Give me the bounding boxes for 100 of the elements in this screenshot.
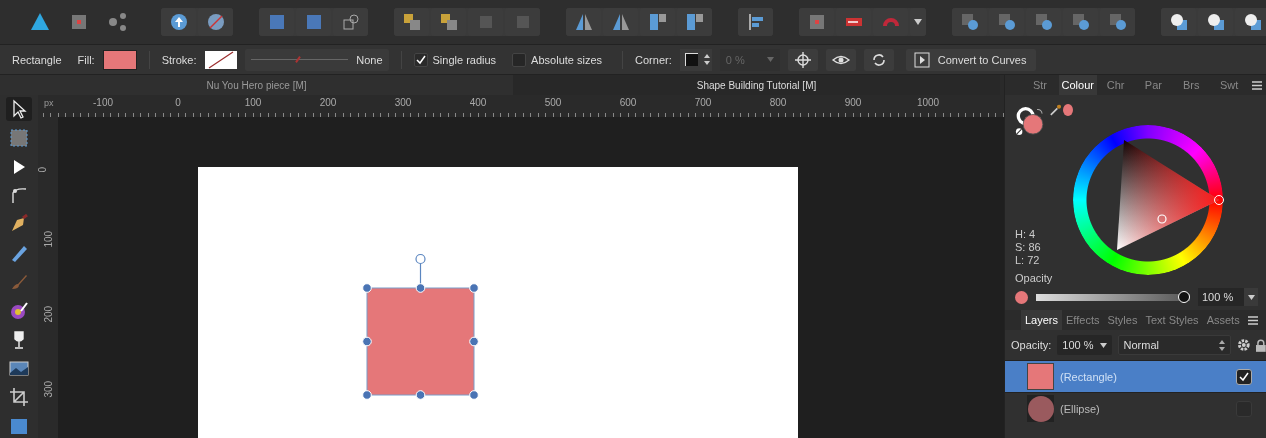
shapes-icon (340, 12, 361, 32)
crosshair-icon (794, 51, 811, 68)
opacity-dropdown[interactable]: 100 % (1057, 335, 1112, 355)
slider-thumb[interactable] (1178, 290, 1190, 303)
curves-icon (913, 51, 930, 68)
eyedropper-icon[interactable] (1049, 103, 1062, 117)
ruler-label: -100 (93, 97, 113, 108)
flip-icon (610, 12, 631, 32)
checkbox[interactable] (512, 52, 527, 67)
stroke-label: Stroke: (161, 53, 197, 66)
circle-square-icon (1242, 12, 1263, 32)
opacity-label: Opacity: (1011, 339, 1052, 351)
tool-name: Rectangle (12, 53, 62, 66)
ruler-label: 1000 (916, 97, 940, 108)
panel-tab[interactable]: Swt (1210, 75, 1248, 95)
overlapping-shapes-icon (1033, 12, 1054, 32)
stepper-arrows-icon (1218, 339, 1225, 351)
circle-square-icon (1205, 12, 1226, 32)
caret-icon (914, 19, 922, 25)
overlapping-shapes-icon (996, 12, 1017, 32)
flip-icon (573, 12, 594, 32)
image-icon (9, 358, 29, 379)
overlapping-shapes-icon (1107, 12, 1128, 32)
overlapping-shapes-icon (959, 12, 980, 32)
ruler-label: 0 (175, 97, 181, 108)
opacity-field[interactable]: 100 % (1198, 288, 1258, 306)
ruler-label: 100 (42, 230, 54, 248)
crop-icon (9, 387, 29, 408)
rectangle-icon (9, 416, 29, 436)
stroke-width-slider[interactable]: None (244, 48, 389, 71)
ruler-label: 100 (244, 97, 262, 108)
corner-type-stepper[interactable] (679, 48, 712, 71)
overlapping-shapes-icon (1070, 12, 1091, 32)
saturation-value: S: 86 (1015, 241, 1042, 254)
ruler-label: 300 (394, 97, 412, 108)
layer-row[interactable]: (Ellipse) (1005, 392, 1266, 424)
menu-icon[interactable] (1251, 80, 1262, 90)
ruler-label: 900 (844, 97, 862, 108)
panel-tab[interactable]: Brs (1172, 75, 1211, 95)
panel-tab[interactable]: Layers (1021, 310, 1063, 330)
toolbar-button[interactable] (738, 8, 773, 36)
selection-handles[interactable] (362, 253, 479, 400)
artboard-icon (9, 127, 29, 148)
arrow-up-icon (168, 12, 189, 32)
document-tab[interactable]: Nu You Hero piece [M] (0, 75, 513, 95)
ruler-label: 600 (619, 97, 637, 108)
toolbar-button[interactable] (825, 48, 856, 71)
circle-square-icon (1168, 12, 1189, 32)
toolbar-button[interactable] (787, 48, 818, 71)
stacked-squares-icon (401, 12, 422, 32)
tool-button[interactable] (6, 97, 32, 121)
ruler-label: 500 (544, 97, 562, 108)
picked-colour-swatch[interactable] (1063, 104, 1073, 116)
caret-icon[interactable] (1247, 294, 1255, 300)
fill-label: Fill: (77, 53, 95, 66)
checkbox-label: Single radius (432, 53, 497, 66)
settings-icon[interactable] (1236, 338, 1251, 352)
convert-to-curves-button[interactable]: Convert to Curves (905, 48, 1037, 71)
blend-mode-dropdown[interactable]: Normal (1117, 335, 1231, 355)
panel-tab[interactable]: Effects (1062, 310, 1104, 330)
curve-icon (9, 185, 29, 206)
visibility-checkbox[interactable] (1236, 368, 1252, 385)
opacity-label: Opacity (1015, 272, 1054, 284)
layer-row[interactable]: (Rectangle) (1005, 360, 1266, 392)
stroke-swatch[interactable] (204, 50, 237, 69)
panel-tab[interactable]: Par (1134, 75, 1173, 95)
pencil-icon (9, 243, 29, 264)
colour-dot (1015, 290, 1028, 304)
opacity-slider[interactable] (1036, 290, 1190, 304)
ruler-label: 700 (694, 97, 712, 108)
panel-tab[interactable]: Colour (1058, 75, 1097, 95)
share-icon (107, 12, 128, 32)
corner-label: Corner: (635, 53, 672, 66)
checkbox-label: Absolute sizes (531, 53, 603, 66)
ruler-label: 200 (42, 305, 54, 323)
caret-icon (1099, 342, 1107, 348)
triangle-logo-icon (29, 12, 50, 32)
toolbar-button[interactable] (863, 48, 894, 71)
layer-name: (Rectangle) (1060, 370, 1118, 383)
lightness-value: L: 72 (1015, 254, 1041, 267)
ruler-label: 800 (769, 97, 787, 108)
ruler-label: 400 (469, 97, 487, 108)
stepper-arrows-icon[interactable] (703, 54, 710, 65)
ruler-label: 300 (42, 380, 54, 398)
lock-icon[interactable] (1256, 338, 1266, 352)
checkbox[interactable] (413, 52, 428, 67)
caret-icon (766, 57, 774, 62)
panel-tab[interactable]: Text Styles (1141, 310, 1203, 330)
ruler-label: 200 (319, 97, 337, 108)
ruler-label: 0 (37, 166, 49, 173)
panel-tab[interactable]: Chr (1096, 75, 1135, 95)
panel-tab[interactable]: Assets (1202, 310, 1244, 330)
layer-thumbnail (1027, 363, 1054, 390)
panel-tab[interactable]: Styles (1103, 310, 1142, 330)
refresh-icon (870, 51, 887, 68)
layer-thumbnail (1027, 395, 1054, 422)
ruler-unit: px (44, 98, 54, 108)
fill-swatch[interactable] (102, 49, 137, 70)
menu-icon[interactable] (1247, 315, 1258, 325)
panel-tab[interactable]: Str (1021, 75, 1059, 95)
